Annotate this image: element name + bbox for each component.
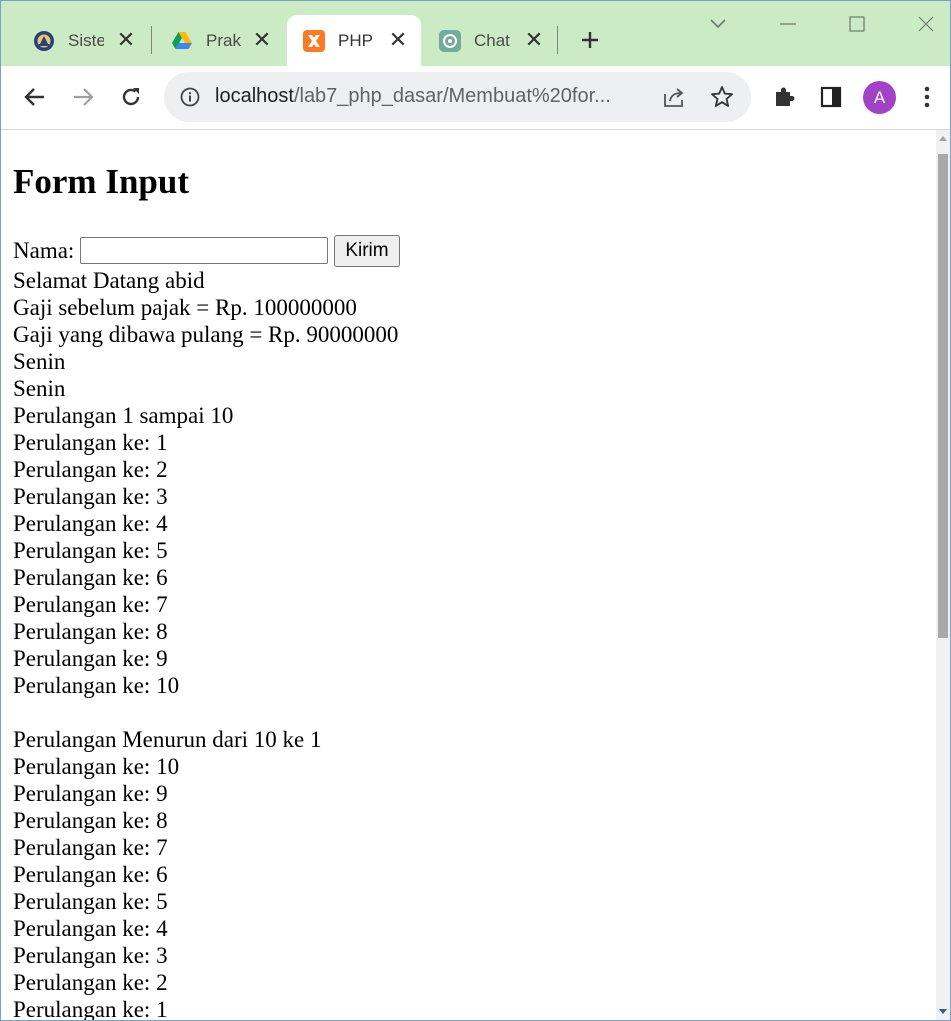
close-icon (918, 16, 934, 32)
chevron-down-icon (710, 19, 726, 29)
bookmark-star-icon[interactable] (709, 84, 735, 110)
close-tab-icon[interactable]: ✕ (115, 27, 137, 52)
output-line: Perulangan ke: 6 (13, 862, 168, 887)
output-line: Perulangan ke: 3 (13, 943, 168, 968)
address-bar[interactable]: localhost/lab7_php_dasar/Membuat%20for..… (164, 72, 751, 122)
output-line: Perulangan ke: 9 (13, 646, 168, 671)
close-tab-icon[interactable]: ✕ (251, 27, 273, 52)
php-output: Selamat Datang abid Gaji sebelum pajak =… (13, 267, 924, 1020)
name-label: Nama: (13, 238, 75, 263)
output-line: Gaji yang dibawa pulang = Rp. 90000000 (13, 322, 399, 347)
output-line: Selamat Datang abid (13, 268, 205, 293)
output-line: Perulangan ke: 3 (13, 484, 168, 509)
output-line-blank (13, 699, 924, 726)
xampp-icon (303, 29, 325, 52)
submit-button[interactable]: Kirim (334, 234, 400, 267)
output-line: Senin (13, 376, 66, 401)
output-line: Perulangan ke: 5 (13, 538, 168, 563)
output-line: Perulangan ke: 10 (13, 673, 180, 698)
scroll-down-arrow-icon[interactable] (939, 1009, 947, 1014)
url-host: localhost (215, 85, 294, 107)
page-title: Form Input (13, 162, 189, 201)
tab-title: Chat (474, 30, 510, 50)
back-arrow-icon (24, 88, 44, 106)
output-line: Perulangan ke: 9 (13, 781, 168, 806)
name-input[interactable] (80, 237, 329, 264)
side-panel-icon (820, 86, 842, 108)
chatgpt-icon (439, 29, 461, 52)
page-viewport: Form Input Nama: Kirim Selamat Datang ab… (1, 130, 936, 1020)
output-line: Perulangan ke: 10 (13, 754, 180, 779)
tab-php[interactable]: PHP ✕ (287, 15, 421, 66)
forward-arrow-icon (74, 88, 94, 106)
scrollbar-thumb[interactable] (938, 154, 948, 638)
close-window-button[interactable] (903, 7, 949, 41)
output-line: Senin (13, 349, 66, 374)
output-line: Perulangan ke: 1 (13, 430, 168, 455)
url-text[interactable]: localhost/lab7_php_dasar/Membuat%20for..… (215, 85, 635, 108)
tab-title: Siste (68, 30, 104, 50)
browser-toolbar: localhost/lab7_php_dasar/Membuat%20for..… (1, 66, 950, 130)
url-path: /lab7_php_dasar/Membuat%20for... (293, 85, 611, 107)
output-line: Perulangan ke: 7 (13, 592, 168, 617)
side-panel-button[interactable] (814, 80, 848, 114)
minimize-button[interactable] (765, 7, 811, 41)
reload-icon (122, 88, 140, 106)
maximize-icon (849, 16, 865, 32)
tab-strip: Siste ✕ Prak ✕ PHP ✕ Chat ✕ (1, 1, 950, 66)
kebab-menu-icon (924, 86, 930, 108)
reload-button[interactable] (114, 80, 148, 114)
site-info-icon[interactable] (178, 85, 202, 109)
name-form: Nama: Kirim (13, 234, 924, 267)
tab-prak[interactable]: Prak ✕ (151, 15, 285, 66)
output-line: Perulangan ke: 1 (13, 997, 168, 1020)
tab-separator (557, 26, 558, 54)
profile-avatar[interactable]: A (863, 81, 896, 114)
output-line: Perulangan ke: 6 (13, 565, 168, 590)
output-line: Perulangan Menurun dari 10 ke 1 (13, 727, 322, 752)
output-line: Perulangan ke: 4 (13, 916, 168, 941)
tab-title: Prak (206, 30, 241, 50)
puzzle-icon (776, 87, 795, 106)
plus-icon (582, 32, 598, 48)
tab-title: PHP (338, 30, 373, 50)
output-line: Perulangan ke: 7 (13, 835, 168, 860)
new-tab-button[interactable] (576, 26, 604, 54)
forward-button[interactable] (66, 80, 100, 114)
tab-chat[interactable]: Chat ✕ (423, 15, 557, 66)
output-line: Perulangan ke: 2 (13, 970, 168, 995)
maximize-button[interactable] (834, 7, 880, 41)
tab-siste[interactable]: Siste ✕ (13, 15, 149, 66)
output-line: Perulangan ke: 2 (13, 457, 168, 482)
page-content: Form Input Nama: Kirim Selamat Datang ab… (1, 163, 936, 1020)
vertical-scrollbar[interactable] (936, 130, 950, 1020)
back-button[interactable] (18, 80, 52, 114)
close-tab-icon[interactable]: ✕ (523, 27, 545, 52)
output-line: Perulangan ke: 4 (13, 511, 168, 536)
extensions-button[interactable] (767, 80, 801, 114)
close-tab-icon[interactable]: ✕ (387, 27, 409, 52)
output-line: Perulangan ke: 5 (13, 889, 168, 914)
university-seal-icon (33, 30, 55, 52)
tab-search-button[interactable] (695, 7, 741, 41)
minimize-icon (780, 23, 796, 25)
scroll-up-arrow-icon[interactable] (939, 136, 947, 141)
output-line: Perulangan ke: 8 (13, 619, 168, 644)
output-line: Perulangan 1 sampai 10 (13, 403, 234, 428)
output-line: Gaji sebelum pajak = Rp. 100000000 (13, 295, 357, 320)
browser-window: Siste ✕ Prak ✕ PHP ✕ Chat ✕ localhost/la… (0, 0, 951, 1021)
menu-button[interactable] (910, 80, 944, 114)
output-line: Perulangan ke: 8 (13, 808, 168, 833)
share-icon[interactable] (661, 84, 687, 110)
google-drive-icon (171, 30, 193, 52)
